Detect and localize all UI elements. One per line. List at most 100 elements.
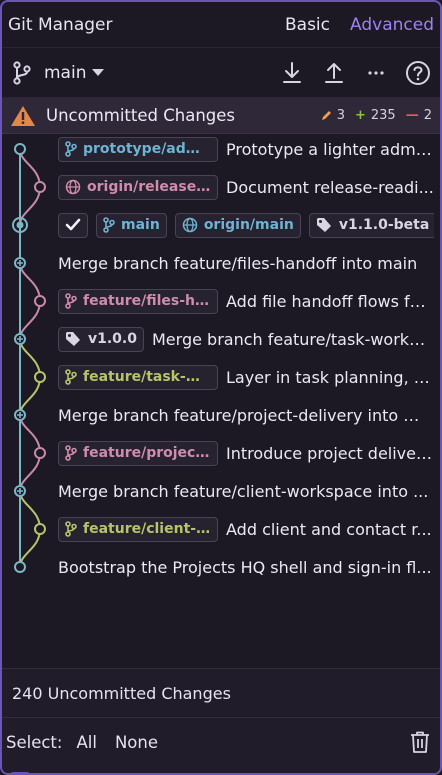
branch-ref-chip[interactable]: feature/files-ha... — [58, 288, 218, 314]
commit-node — [34, 447, 46, 459]
branch-ref-chip[interactable]: feature/project-... — [58, 440, 218, 466]
commit-node — [34, 371, 46, 383]
tag-ref-chip[interactable]: v1.0.0 — [58, 326, 144, 352]
ref-label: origin/release/d... — [87, 179, 211, 195]
uncommitted-changes-row[interactable]: Uncommitted Changes 3 + 235 — 2 — [2, 98, 440, 134]
branch-icon — [65, 141, 77, 157]
discard-button[interactable] — [406, 728, 434, 756]
commit-message: Document release-readi... — [226, 177, 434, 197]
branch-icon — [65, 293, 77, 309]
mode-basic-tab[interactable]: Basic — [285, 15, 330, 35]
branch-ref-chip[interactable]: prototype/admi... — [58, 136, 218, 162]
commit-row[interactable]: Merge branch feature/files-handoff into … — [58, 244, 434, 282]
push-button[interactable] — [320, 59, 348, 87]
commit-row[interactable]: feature/project-... Introduce project del… — [58, 434, 434, 472]
bottom-edge — [2, 766, 440, 773]
branch-selector[interactable]: main — [12, 60, 105, 85]
more-button[interactable] — [362, 59, 390, 87]
ref-label: feature/files-ha... — [83, 293, 211, 309]
commit-message: Add client and contact r... — [226, 519, 432, 539]
ref-label: origin/main — [203, 217, 294, 233]
commit-row[interactable]: prototype/admi... Prototype a lighter adm… — [58, 130, 434, 168]
globe-icon — [65, 179, 81, 195]
header: Git Manager Basic Advanced — [2, 2, 440, 48]
commit-node — [14, 143, 26, 155]
ref-label: feature/client-w... — [83, 521, 211, 537]
pencil-icon — [321, 111, 331, 120]
toolbar: main — [2, 48, 440, 98]
commit-row[interactable]: feature/task-wo... Layer in task planning… — [58, 358, 434, 396]
commit-node — [34, 295, 46, 307]
commit-message: Introduce project deliver... — [226, 443, 434, 463]
commit-message: Add file handoff flows fo... — [226, 291, 434, 311]
commit-message: Merge branch feature/files-handoff into … — [58, 253, 418, 273]
added-count-value: 235 — [370, 108, 396, 123]
upload-icon — [325, 62, 343, 83]
head-commit-node — [16, 221, 24, 229]
ref-label: feature/project-... — [83, 445, 211, 461]
commit-message: Layer in task planning, t... — [226, 367, 434, 387]
ref-label: v1.0.0 — [88, 331, 137, 347]
branch-ref-chip[interactable]: feature/task-wo... — [58, 364, 218, 390]
trash-icon — [411, 731, 429, 753]
plus-icon: + — [354, 108, 366, 123]
tag-icon — [66, 332, 80, 346]
modified-count: 3 — [320, 108, 345, 123]
commit-node — [34, 523, 46, 535]
branch-ref-chip[interactable]: main — [96, 212, 167, 238]
help-button[interactable] — [404, 59, 432, 87]
select-none-button[interactable]: None — [111, 733, 162, 752]
selection-bar: Select: All None — [2, 718, 440, 766]
commit-row[interactable]: Merge branch feature/project-delivery in… — [58, 396, 434, 434]
tag-icon — [316, 218, 331, 232]
commit-row[interactable]: feature/client-w... Add client and contac… — [58, 510, 434, 548]
mode-advanced-tab[interactable]: Advanced — [350, 15, 434, 35]
commit-row[interactable]: origin/release/d... Document release-read… — [58, 168, 434, 206]
ref-label: v1.1.0-beta — [338, 217, 430, 233]
commit-message: Prototype a lighter admin ... — [226, 139, 434, 159]
check-icon — [65, 218, 81, 231]
uncommitted-label: Uncommitted Changes — [46, 106, 236, 125]
head-check-badge[interactable] — [58, 212, 88, 238]
commit-row[interactable]: mainorigin/mainv1.1.0-betaAl... — [58, 206, 434, 244]
minus-icon: — — [405, 108, 419, 123]
branch-icon — [65, 369, 77, 385]
commit-message: Merge branch feature/client-workspace in… — [58, 481, 429, 501]
ref-label: main — [121, 217, 160, 233]
branch-icon — [65, 445, 77, 461]
removed-count: — 2 — [406, 108, 432, 123]
download-icon — [283, 61, 301, 83]
ref-label: feature/task-wo... — [83, 369, 211, 385]
commit-graph — [12, 143, 46, 573]
branch-icon — [103, 217, 115, 233]
commit-message: Bootstrap the Projects HQ shell and sign… — [58, 557, 432, 577]
branch-ref-chip[interactable]: feature/client-w... — [58, 516, 218, 542]
tag-ref-chip[interactable]: v1.1.0-beta — [308, 212, 434, 238]
more-icon — [368, 70, 384, 75]
warning-icon — [11, 105, 35, 126]
app-title: Git Manager — [8, 14, 113, 35]
added-count: + 235 — [355, 108, 396, 123]
commit-message: Merge branch feature/project-delivery in… — [58, 405, 434, 425]
modified-count-value: 3 — [336, 108, 345, 123]
commit-row[interactable]: feature/files-ha... Add file handoff flow… — [58, 282, 434, 320]
ref-label: prototype/admi... — [83, 141, 211, 157]
commit-row[interactable]: Merge branch feature/client-workspace in… — [58, 472, 434, 510]
remote-ref-chip[interactable]: origin/main — [174, 212, 301, 238]
globe-icon — [182, 217, 198, 233]
pull-button[interactable] — [278, 59, 306, 87]
current-branch: main — [44, 62, 87, 83]
uncommitted-count-text: 240 Uncommitted Changes — [12, 683, 231, 703]
commit-row[interactable]: v1.0.0 Merge branch feature/task-workbe..… — [58, 320, 434, 358]
chevron-down-icon — [92, 69, 105, 76]
commit-node — [14, 561, 26, 573]
select-all-button[interactable]: All — [72, 733, 100, 752]
remote-ref-chip[interactable]: origin/release/d... — [58, 174, 218, 200]
branch-icon — [13, 60, 31, 85]
commit-message: Merge branch feature/task-workbe... — [152, 329, 434, 349]
select-label: Select: — [6, 732, 63, 752]
commit-row[interactable]: Bootstrap the Projects HQ shell and sign… — [58, 548, 434, 586]
removed-count-value: 2 — [423, 108, 432, 123]
branch-icon — [65, 521, 77, 537]
uncommitted-count-bar: 240 Uncommitted Changes — [2, 668, 440, 718]
